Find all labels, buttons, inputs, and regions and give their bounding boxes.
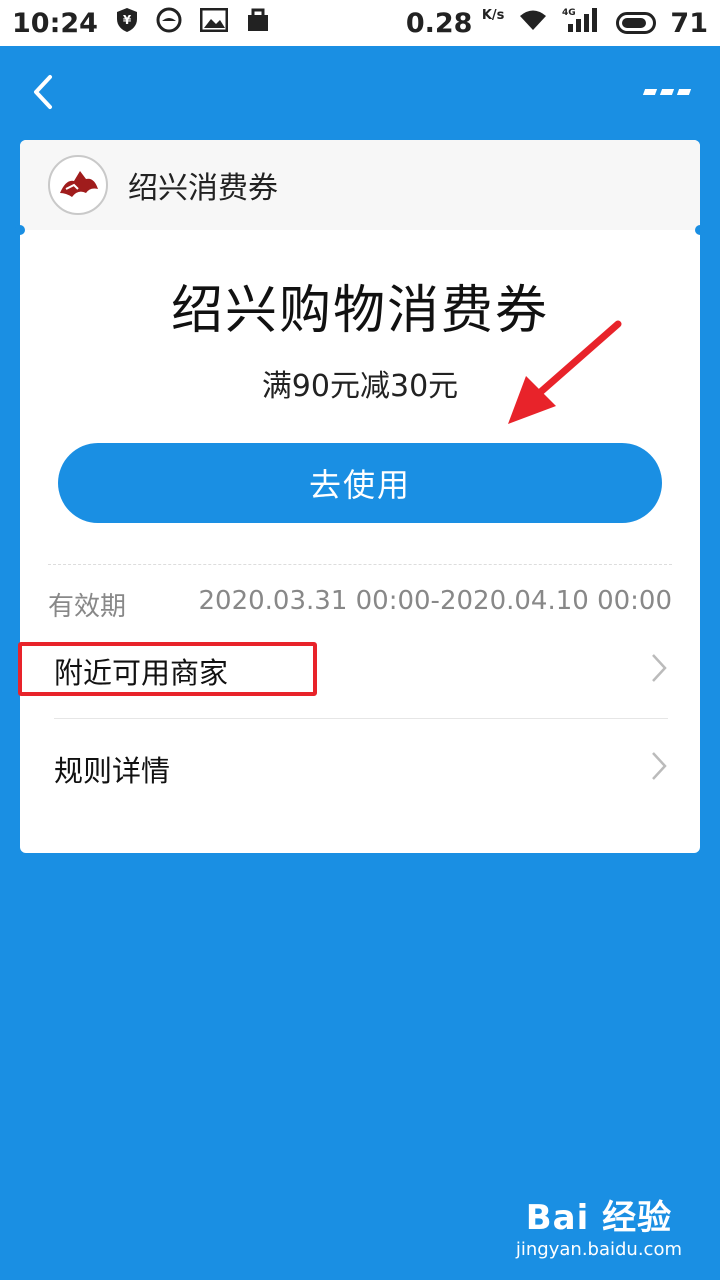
watermark-url: jingyan.baidu.com (515, 1239, 682, 1260)
network-speed: 0.28 K/s (405, 7, 505, 39)
validity-value: 2020.03.31 00:00-2020.04.10 00:00 (198, 586, 673, 616)
shield-yen-icon: ¥ (116, 7, 138, 40)
use-coupon-button[interactable]: 去使用 (58, 443, 662, 523)
watermark-logo: Bai 经验 (525, 1198, 673, 1238)
brand-name: 绍兴消费券 (128, 171, 278, 206)
back-icon[interactable] (30, 67, 70, 117)
status-bar: 10:24 ¥ 0.28 K/s 4G 71 (0, 0, 720, 46)
svg-text:¥: ¥ (123, 13, 132, 27)
svg-text:4G: 4G (562, 8, 576, 18)
baidu-jingyan-watermark: Bai 经验 jingyan.baidu.com (516, 1190, 682, 1260)
signal-icon: 4G (562, 6, 602, 41)
rules-details-label: 规则详情 (54, 754, 171, 788)
battery-icon (616, 12, 657, 34)
battery-level: 71 (670, 7, 708, 39)
nav-bar (0, 46, 720, 138)
status-time: 10:24 (12, 7, 98, 39)
validity-row: 有效期 2020.03.31 00:00-2020.04.10 00:00 (48, 586, 672, 623)
circle-status-icon (156, 7, 182, 40)
rules-details-row[interactable]: 规则详情 (54, 734, 668, 804)
dashed-divider (48, 564, 672, 565)
bag-icon (246, 8, 270, 39)
more-icon[interactable] (642, 89, 692, 95)
card-header: 绍兴消费券 (15, 140, 705, 235)
brand-logo (48, 155, 108, 215)
row-divider (54, 718, 668, 719)
annotation-highlight-box (18, 642, 317, 696)
validity-label: 有效期 (48, 592, 127, 622)
coupon-card: 绍兴消费券 绍兴购物消费券 满90元减30元 去使用 有效期 2020.03.3… (15, 140, 705, 853)
chevron-right-icon (650, 750, 668, 789)
chevron-right-icon (650, 652, 668, 691)
wifi-icon (518, 8, 548, 39)
annotation-arrow-icon (500, 318, 625, 434)
image-icon (199, 7, 229, 39)
